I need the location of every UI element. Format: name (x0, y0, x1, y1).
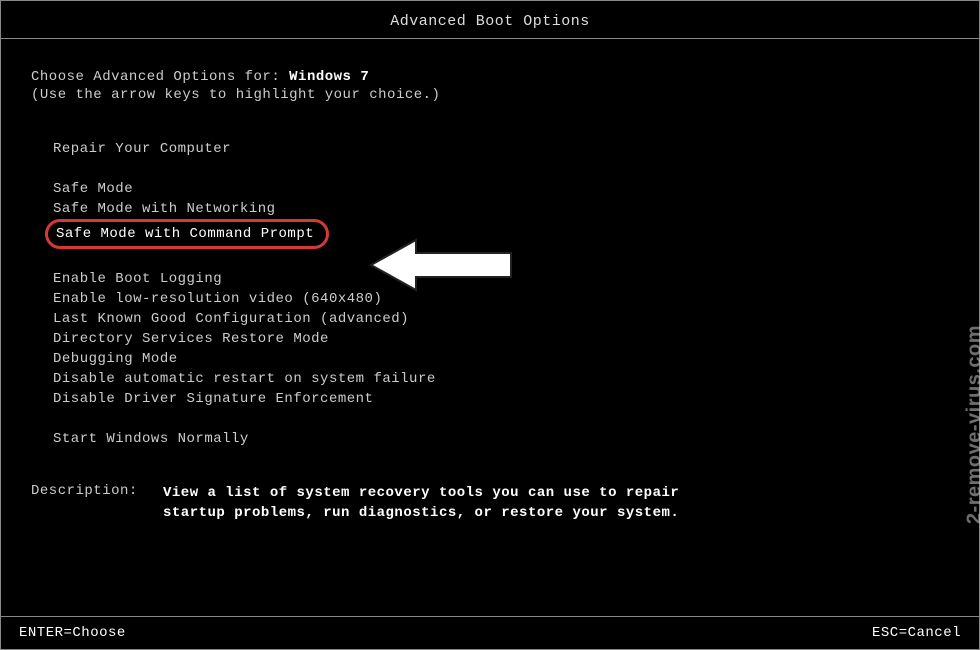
menu-item-safe-mode[interactable]: Safe Mode (53, 179, 949, 199)
footer-esc-hint: ESC=Cancel (872, 625, 961, 641)
choose-line: Choose Advanced Options for: Windows 7 (31, 69, 949, 85)
menu-item-low-res[interactable]: Enable low-resolution video (640x480) (53, 289, 949, 309)
menu-item-repair[interactable]: Repair Your Computer (53, 139, 949, 159)
choose-prefix: Choose Advanced Options for: (31, 69, 289, 85)
menu-item-safe-mode-cmd[interactable]: Safe Mode with Command Prompt (53, 219, 949, 249)
description-block: Description: View a list of system recov… (31, 483, 949, 523)
menu-item-debugging[interactable]: Debugging Mode (53, 349, 949, 369)
instruction-text: (Use the arrow keys to highlight your ch… (31, 87, 949, 103)
menu-item-last-known-good[interactable]: Last Known Good Configuration (advanced) (53, 309, 949, 329)
boot-options-screen: Advanced Boot Options Choose Advanced Op… (0, 0, 980, 650)
boot-menu[interactable]: Repair Your Computer Safe Mode Safe Mode… (31, 139, 949, 449)
os-name: Windows 7 (289, 69, 369, 85)
description-text: View a list of system recovery tools you… (163, 483, 723, 523)
menu-item-ds-restore[interactable]: Directory Services Restore Mode (53, 329, 949, 349)
title-bar: Advanced Boot Options (1, 1, 979, 38)
description-label: Description: (31, 483, 151, 523)
menu-item-safe-mode-networking[interactable]: Safe Mode with Networking (53, 199, 949, 219)
footer-enter-hint: ENTER=Choose (19, 625, 126, 641)
menu-item-disable-restart[interactable]: Disable automatic restart on system fail… (53, 369, 949, 389)
page-title: Advanced Boot Options (390, 13, 590, 30)
highlighted-selection[interactable]: Safe Mode with Command Prompt (45, 219, 329, 249)
menu-item-disable-driver-sig[interactable]: Disable Driver Signature Enforcement (53, 389, 949, 409)
menu-item-start-normally[interactable]: Start Windows Normally (53, 429, 949, 449)
footer-bar: ENTER=Choose ESC=Cancel (1, 616, 979, 649)
content-area: Choose Advanced Options for: Windows 7 (… (1, 39, 979, 523)
menu-item-boot-logging[interactable]: Enable Boot Logging (53, 269, 949, 289)
